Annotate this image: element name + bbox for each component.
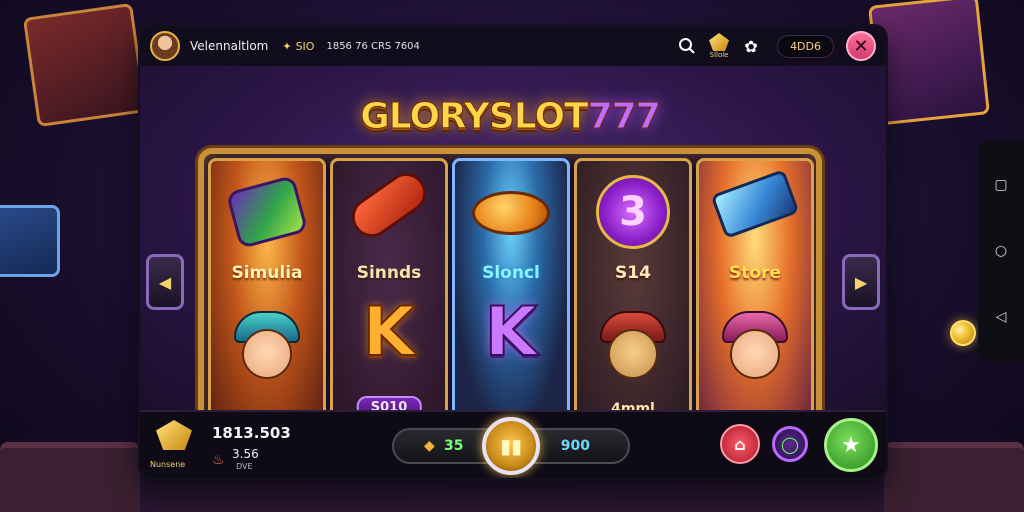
avatar[interactable] xyxy=(150,31,180,61)
background-table-right xyxy=(884,442,1024,512)
reel-1[interactable]: Simulia xyxy=(208,158,326,428)
gem-label: Nunsene xyxy=(150,460,186,469)
close-button[interactable]: ✕ xyxy=(846,31,876,61)
arcade-sign-left xyxy=(22,2,148,128)
logo-text: GLORYSLOT xyxy=(360,96,589,138)
nav-overview-icon[interactable]: ▢ xyxy=(994,177,1007,193)
coin-icon: ✦ xyxy=(282,39,292,53)
auto-spin-button[interactable]: ◯ xyxy=(772,426,808,462)
win-amount: 3.56 xyxy=(232,447,259,461)
reel-label: Store xyxy=(729,263,781,283)
logo-number: 777 xyxy=(587,96,661,138)
gem-icon[interactable] xyxy=(156,420,192,450)
letter-k-symbol: K xyxy=(484,293,539,372)
coin-stack-icon: ◆ xyxy=(424,438,435,454)
nav-back-icon[interactable]: ◁ xyxy=(996,309,1007,325)
circle-icon: ◯ xyxy=(781,434,799,454)
game-logo: GLORYSLOT777 xyxy=(360,96,662,138)
reel-label: Sloncl xyxy=(482,263,540,283)
shop-button[interactable]: Sllole xyxy=(709,33,730,59)
character-symbol-icon xyxy=(230,307,304,387)
gold-disc-symbol-icon xyxy=(472,191,550,235)
gift-button[interactable]: ⌂ xyxy=(720,424,760,464)
star-icon: ★ xyxy=(841,432,861,458)
search-icon[interactable] xyxy=(673,32,701,60)
sausage-symbol-icon xyxy=(343,165,435,245)
android-nav-bar: ▢ ○ ◁ xyxy=(978,140,1024,362)
game-window: Velennaltlom ✦ SIO 1856 76 CRS 7604 Sllo… xyxy=(140,26,886,478)
username: Velennaltlom xyxy=(190,39,269,53)
slot-stage: GLORYSLOT777 ◀ ▶ Simulia Sinnds K S010 S… xyxy=(140,66,886,438)
gem-symbol-icon xyxy=(225,174,309,250)
top-bar: Velennaltlom ✦ SIO 1856 76 CRS 7604 Sllo… xyxy=(140,26,886,66)
gear-icon[interactable]: ✿ xyxy=(737,32,765,60)
nav-home-icon[interactable]: ○ xyxy=(995,243,1007,259)
coin-value: SIO xyxy=(295,39,315,53)
crystal-box-symbol-icon xyxy=(710,169,800,239)
reel-5[interactable]: Store xyxy=(696,158,814,428)
reel-frame: Simulia Sinnds K S010 Sloncl K 3 S14 4mm… xyxy=(198,148,822,438)
reel-2[interactable]: Sinnds K S010 xyxy=(330,158,448,428)
prev-arrow-button[interactable]: ◀ xyxy=(146,254,184,310)
background-table-left xyxy=(0,442,140,512)
arcade-sign-right xyxy=(868,0,990,126)
next-arrow-button[interactable]: ▶ xyxy=(842,254,880,310)
spin-icon: ▮▮ xyxy=(499,434,522,458)
arcade-sign-blue xyxy=(0,205,60,277)
reel-3[interactable]: Sloncl K xyxy=(452,158,570,428)
close-icon: ✕ xyxy=(853,35,869,57)
gift-icon: ⌂ xyxy=(734,434,746,454)
floating-coin xyxy=(950,320,976,346)
shop-label: Sllole xyxy=(709,51,729,59)
flame-icon: ♨ xyxy=(212,452,225,468)
character-symbol-icon xyxy=(596,307,670,387)
reel-4[interactable]: 3 S14 4mml xyxy=(574,158,692,428)
number-three-symbol-icon: 3 xyxy=(596,175,670,249)
chevron-right-icon: ▶ xyxy=(854,272,868,292)
win-sub-label: DVE xyxy=(236,462,253,471)
letter-k-symbol: K xyxy=(362,293,417,372)
reel-label: Simulia xyxy=(231,263,303,283)
star-button[interactable]: ★ xyxy=(824,418,878,472)
gem-icon xyxy=(709,33,730,51)
bet-value-left: 35 xyxy=(444,438,464,454)
reel-label: S14 xyxy=(615,263,651,283)
coin-count: ✦ SIO xyxy=(282,40,314,53)
player-stats: 1856 76 CRS 7604 xyxy=(326,40,420,52)
spin-button[interactable]: ▮▮ xyxy=(482,417,540,475)
balance-display: 4DD6 xyxy=(777,34,834,58)
total-balance: 1813.503 xyxy=(212,424,291,442)
chevron-left-icon: ◀ xyxy=(158,272,172,292)
bet-value-right: 900 xyxy=(560,438,590,454)
character-symbol-icon xyxy=(718,307,792,387)
reel-label: Sinnds xyxy=(356,263,422,283)
bottom-bar: Nunsene 1813.503 ♨ 3.56 DVE ◆ 35 900 ▮▮ … xyxy=(140,410,886,478)
